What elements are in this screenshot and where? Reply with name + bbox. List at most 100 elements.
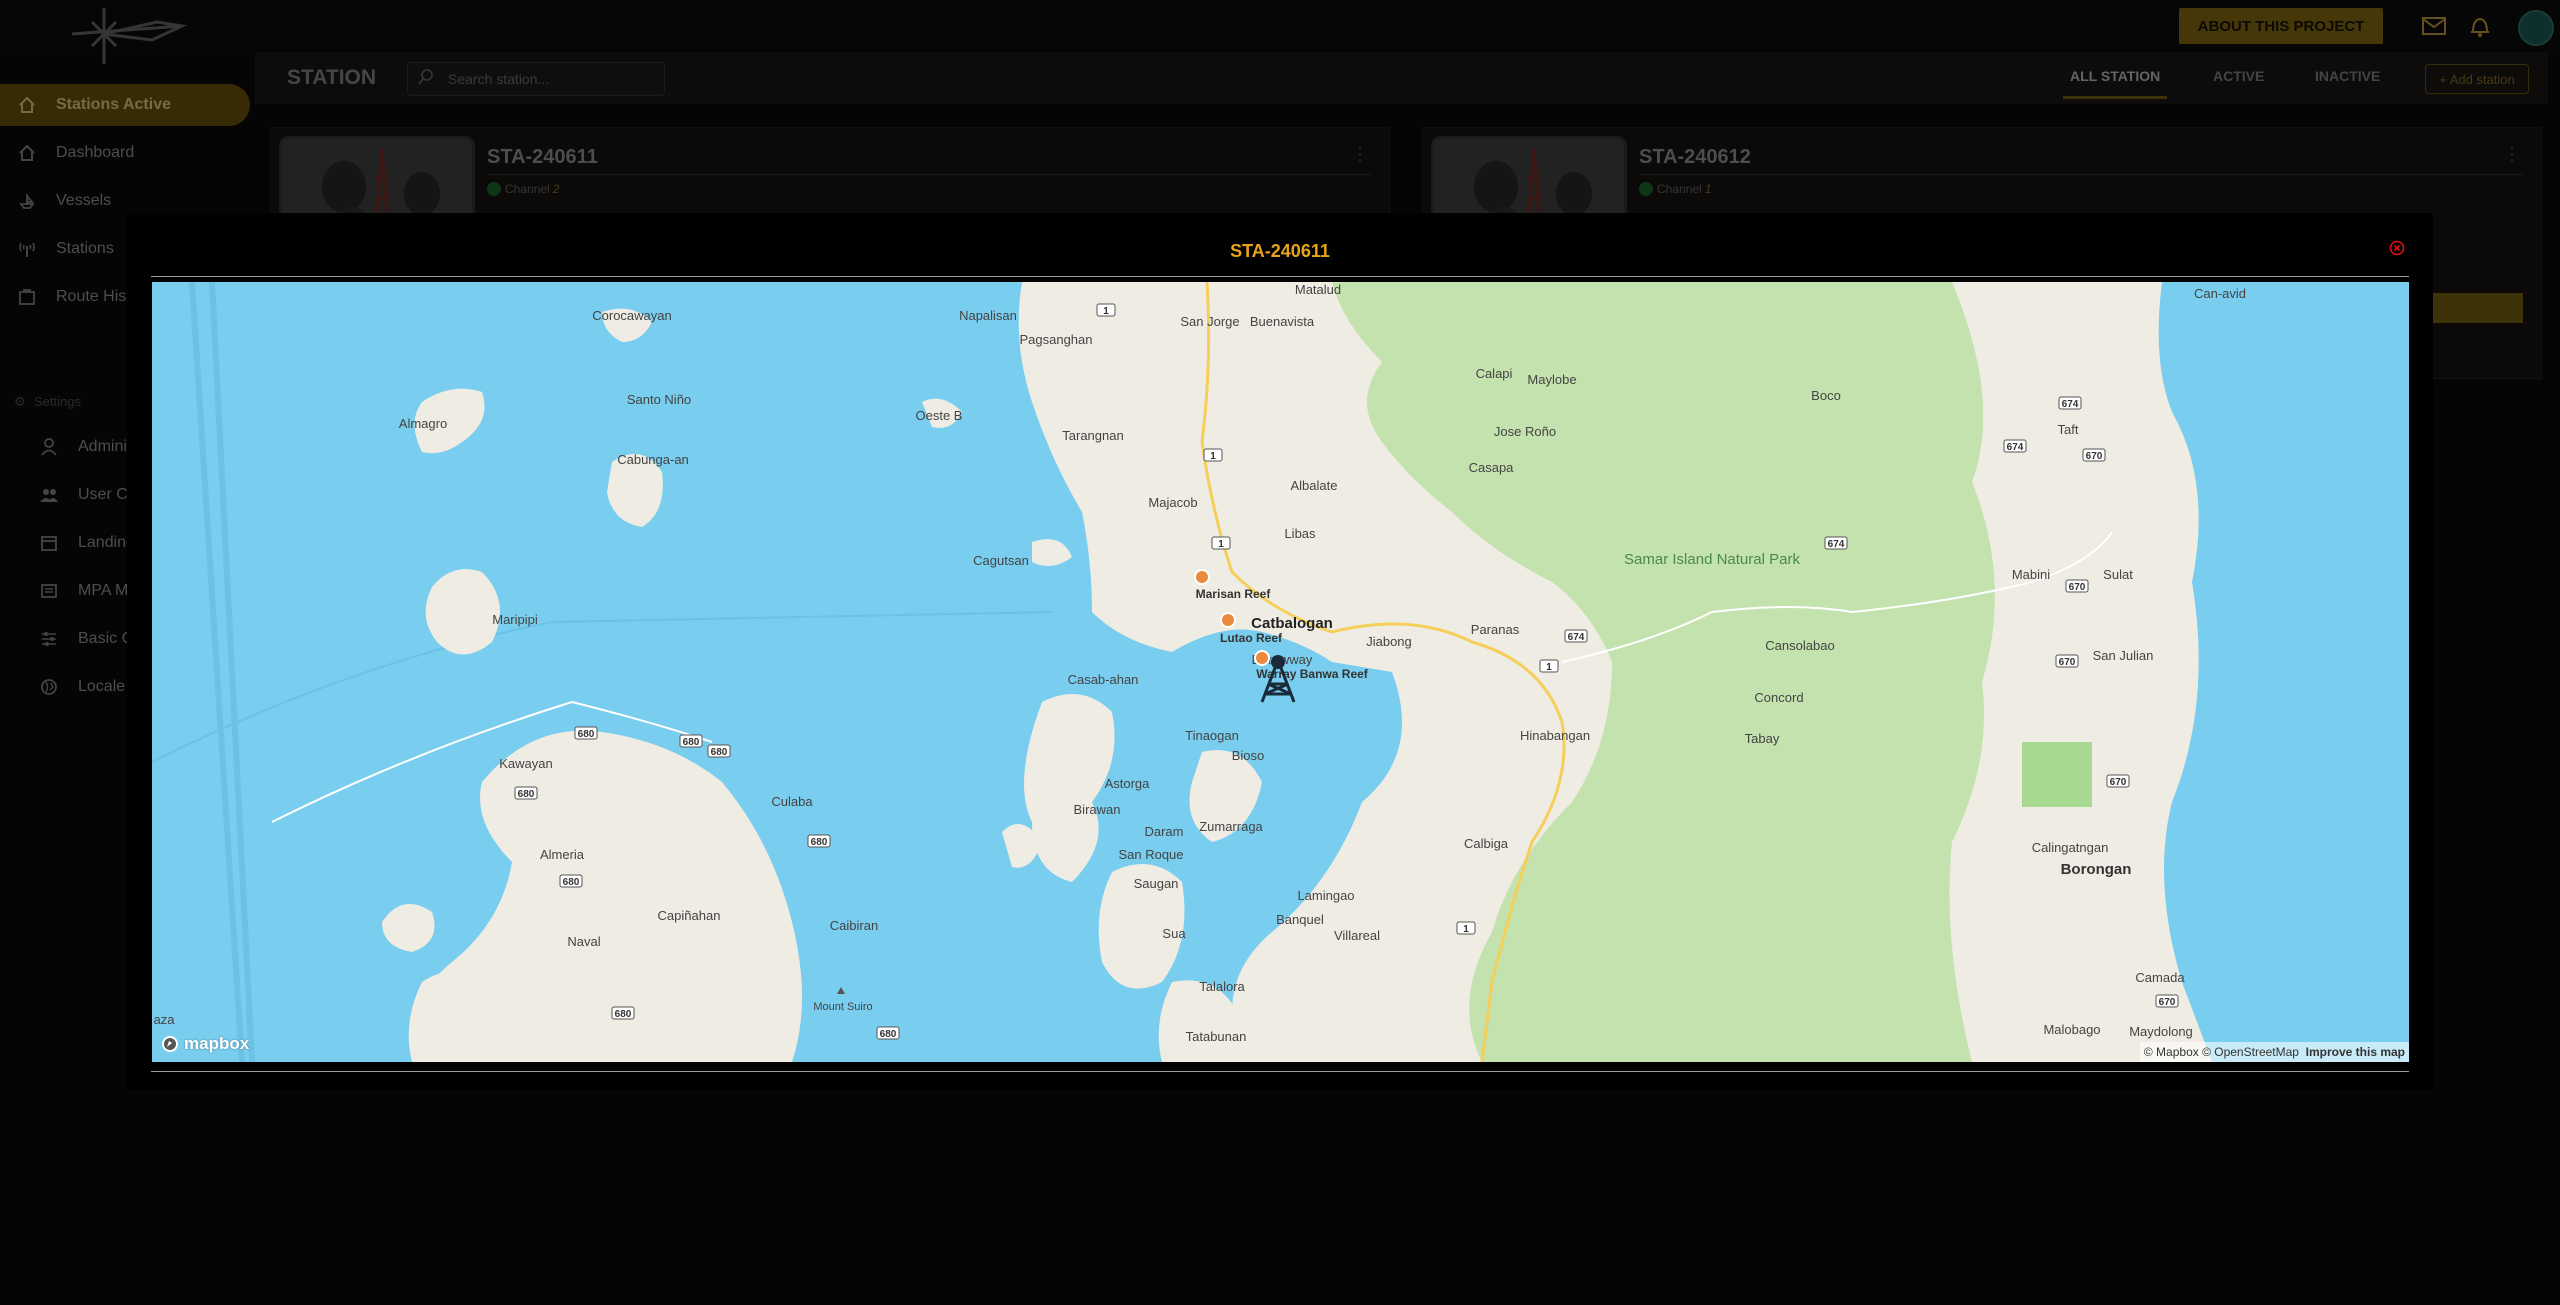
map-place-label: Mount Suiro <box>813 1001 872 1013</box>
road-shield-label: 680 <box>518 789 535 800</box>
map-place-label: Can-avid <box>2194 286 2246 301</box>
mapbox-icon <box>162 1036 178 1052</box>
map-place-label: Libas <box>1284 526 1316 541</box>
divider <box>151 276 2409 277</box>
map-place-label: Santo Niño <box>627 392 691 407</box>
road-shield-label: 674 <box>1828 539 1845 550</box>
map-place-label: aza <box>154 1012 176 1027</box>
road-shield-label: 670 <box>2069 582 2086 593</box>
map-place-label: Birawan <box>1074 802 1121 817</box>
map-place-label: Capiñahan <box>658 908 721 923</box>
close-icon[interactable] <box>2389 240 2405 256</box>
road-shield-label: 670 <box>2059 657 2076 668</box>
road-shield-label: 1 <box>1218 539 1224 550</box>
map-place-label: Marisan Reef <box>1196 587 1272 601</box>
road-shield-label: 674 <box>2007 442 2024 453</box>
map-place-label: Naval <box>567 934 600 949</box>
map-place-label: San Julian <box>2093 648 2154 663</box>
road-shield-label: 674 <box>1568 632 1585 643</box>
map-place-label: Jiabong <box>1366 634 1412 649</box>
map-place-label: Villareal <box>1334 928 1380 943</box>
road-shield-label: 680 <box>711 747 728 758</box>
map-place-label: San Roque <box>1118 847 1183 862</box>
improve-map-link[interactable]: Improve this map <box>2306 1045 2405 1059</box>
map-place-label: Almagro <box>399 416 447 431</box>
road-shield-label: 680 <box>615 1009 632 1020</box>
map-place-label: Albalate <box>1291 478 1338 493</box>
reef-marker[interactable] <box>1254 650 1270 666</box>
map-place-label: Pagsanghan <box>1019 332 1092 347</box>
road-shield-label: 680 <box>811 837 828 848</box>
road-shield-label: 674 <box>2062 399 2079 410</box>
map-place-label: Cagutsan <box>973 553 1029 568</box>
map-place-label: Calapi <box>1476 366 1513 381</box>
map-place-label: Calingatngan <box>2032 840 2109 855</box>
modal-title: STA-240611 <box>1230 241 1330 261</box>
station-map[interactable]: 1 1 1 1 1 680 680 680 680 680 680 680 68… <box>152 282 2409 1062</box>
map-place-label: Culaba <box>771 794 813 809</box>
mapbox-logo[interactable]: mapbox <box>160 1034 249 1054</box>
road-shield-label: 1 <box>1210 451 1216 462</box>
road-shield-label: 1 <box>1103 306 1109 317</box>
map-place-label: Borongan <box>2061 861 2132 878</box>
map-place-label: Taft <box>2058 422 2079 437</box>
map-place-label: Cabunga-an <box>617 452 689 467</box>
map-place-label: Banquel <box>1276 912 1324 927</box>
map-place-label: Napalisan <box>959 308 1017 323</box>
map-place-label: Casapa <box>1469 460 1515 475</box>
map-place-label: Camada <box>2135 970 2185 985</box>
map-place-label: Talalora <box>1199 979 1245 994</box>
map-place-label: Paranas <box>1471 622 1520 637</box>
map-place-label: Almeria <box>540 847 585 862</box>
map-canvas[interactable]: 1 1 1 1 1 680 680 680 680 680 680 680 68… <box>152 282 2409 1062</box>
map-place-label: Daram <box>1144 824 1183 839</box>
map-place-label: Astorga <box>1105 776 1151 791</box>
map-place-label: Tarangnan <box>1062 428 1123 443</box>
map-place-label: Calbiga <box>1464 836 1509 851</box>
map-place-label: Maylobe <box>1527 372 1576 387</box>
station-map-modal: STA-240611 1 1 1 1 1 680 680 680 680 680… <box>127 213 2433 1090</box>
map-place-label: Lutao Reef <box>1220 631 1283 645</box>
map-place-label: Majacob <box>1148 495 1197 510</box>
map-place-label: Sulat <box>2103 567 2133 582</box>
map-place-label: San Jorge <box>1180 314 1239 329</box>
map-place-label: Samar Island Natural Park <box>1624 551 1800 568</box>
reef-marker[interactable] <box>1220 612 1236 628</box>
map-place-label: Hinabangan <box>1520 728 1590 743</box>
road-shield-label: 670 <box>2110 777 2127 788</box>
map-attribution: © Mapbox © OpenStreetMap Improve this ma… <box>2139 1042 2409 1062</box>
road-shield-label: 1 <box>1546 662 1552 673</box>
road-shield-label: 680 <box>880 1029 897 1040</box>
road-shield-label: 680 <box>578 729 595 740</box>
map-place-label: Boco <box>1811 388 1841 403</box>
map-place-label: Tatabunan <box>1186 1029 1247 1044</box>
map-place-label: Catbalogan <box>1251 615 1333 632</box>
map-place-label: Casab-ahan <box>1068 672 1139 687</box>
road-shield-label: 670 <box>2086 451 2103 462</box>
map-place-label: Lamingao <box>1297 888 1354 903</box>
map-place-label: Maripipi <box>492 612 538 627</box>
map-place-label: Mabini <box>2012 567 2050 582</box>
road-shield-label: 670 <box>2159 997 2176 1008</box>
map-place-label: Corocawayan <box>592 308 672 323</box>
map-place-label: Concord <box>1754 690 1803 705</box>
map-place-label: Jose Roño <box>1494 424 1556 439</box>
road-shield-label: 680 <box>683 737 700 748</box>
map-place-label: Buenavista <box>1250 314 1315 329</box>
map-place-label: Tabay <box>1745 731 1780 746</box>
map-place-label: Kawayan <box>499 756 552 771</box>
map-place-label: Malobago <box>2043 1022 2100 1037</box>
map-place-label: Tinaogan <box>1185 728 1239 743</box>
map-place-label: Maydolong <box>2129 1024 2193 1039</box>
map-place-label: Zumarraga <box>1199 819 1263 834</box>
map-place-label: Cansolabao <box>1765 638 1834 653</box>
road-shield-label: 680 <box>563 877 580 888</box>
map-place-label: Oeste B <box>916 408 963 423</box>
reef-marker[interactable] <box>1194 569 1210 585</box>
map-place-label: Bioso <box>1232 748 1265 763</box>
road-shield-label: 1 <box>1463 924 1469 935</box>
map-place-label: Saugan <box>1134 876 1179 891</box>
map-place-label: Caibiran <box>830 918 878 933</box>
map-place-label: Matalud <box>1295 282 1341 297</box>
map-place-label: Sua <box>1162 926 1186 941</box>
